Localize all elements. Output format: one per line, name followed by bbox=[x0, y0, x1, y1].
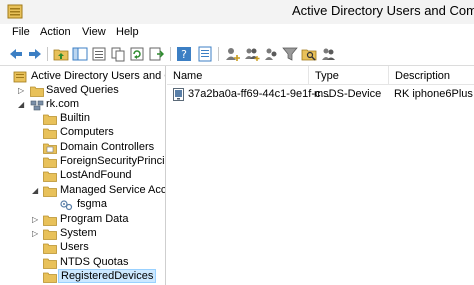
folder-icon bbox=[43, 114, 57, 125]
folder-icon bbox=[43, 243, 57, 254]
tree-item-computers[interactable]: Computers bbox=[0, 125, 165, 141]
row-description: RK iphone6Plus bbox=[394, 88, 473, 100]
folder-icon bbox=[43, 171, 57, 182]
tree-item-label: fsgma bbox=[77, 198, 107, 210]
folder-icon bbox=[43, 215, 57, 226]
tree-item-lost-and-found[interactable]: LostAndFound bbox=[0, 168, 165, 184]
tree-item-label: Program Data bbox=[60, 213, 129, 225]
toolbar: ? bbox=[0, 42, 474, 66]
folder-icon bbox=[30, 86, 44, 97]
menu-file[interactable]: File bbox=[12, 26, 30, 38]
folder-icon bbox=[43, 258, 57, 269]
folder-icon bbox=[43, 128, 57, 139]
list-view-icon[interactable] bbox=[91, 46, 107, 62]
row-type: msDS-Device bbox=[314, 88, 382, 100]
menu-action[interactable]: Action bbox=[40, 26, 71, 38]
tree-item-label: Users bbox=[60, 241, 89, 253]
show-hide-console-tree-icon[interactable] bbox=[72, 46, 88, 62]
menu-bar: File Action View Help bbox=[0, 24, 474, 42]
tree-item-label: Builtin bbox=[60, 112, 90, 124]
console-tree-pane[interactable]: Active Directory Users and Com ▷ Saved Q… bbox=[0, 66, 166, 285]
toolbar-separator bbox=[218, 47, 219, 61]
window-title: Active Directory Users and Comput bbox=[292, 3, 474, 18]
export-list-icon[interactable] bbox=[148, 46, 164, 62]
tree-item-label: Domain Controllers bbox=[60, 141, 155, 153]
tree-item-label: rk.com bbox=[46, 98, 79, 110]
forward-arrow-icon[interactable] bbox=[27, 46, 43, 62]
help-icon[interactable]: ? bbox=[176, 46, 192, 62]
folder-icon bbox=[43, 229, 57, 240]
refresh-icon[interactable] bbox=[129, 46, 145, 62]
tree-item-label: RegisteredDevices bbox=[58, 269, 157, 283]
tree-item-label: LostAndFound bbox=[60, 169, 132, 181]
tree-item-registered-devices[interactable]: RegisteredDevices bbox=[0, 269, 165, 285]
copy-icon[interactable] bbox=[110, 46, 126, 62]
ou-folder-icon bbox=[43, 143, 57, 154]
create-group-icon[interactable] bbox=[244, 46, 260, 62]
folder-icon bbox=[43, 272, 57, 283]
create-ou-icon[interactable] bbox=[263, 46, 279, 62]
column-header-name[interactable]: Name bbox=[167, 66, 309, 85]
properties-icon[interactable] bbox=[197, 46, 213, 62]
tree-item-label: Saved Queries bbox=[46, 84, 119, 96]
device-icon bbox=[173, 88, 184, 101]
svg-text:?: ? bbox=[181, 48, 187, 61]
menu-view[interactable]: View bbox=[82, 26, 106, 38]
tree-item-users[interactable]: Users bbox=[0, 240, 165, 256]
folder-icon bbox=[43, 157, 57, 168]
chevron-down-icon[interactable]: ◢ bbox=[18, 101, 26, 109]
row-name: 37a2ba0a-ff69-44c1-9e1f-c... bbox=[188, 88, 330, 100]
chevron-down-icon[interactable]: ◢ bbox=[32, 187, 40, 195]
column-header-description[interactable]: Description bbox=[389, 66, 474, 85]
chevron-right-icon[interactable]: ▷ bbox=[32, 216, 40, 224]
back-arrow-icon[interactable] bbox=[8, 46, 24, 62]
toolbar-separator bbox=[170, 47, 171, 61]
tree-item-label: ForeignSecurityPrincipals bbox=[60, 155, 165, 167]
toolbar-separator bbox=[47, 47, 48, 61]
menu-help[interactable]: Help bbox=[116, 26, 139, 38]
up-folder-icon[interactable] bbox=[53, 46, 69, 62]
domain-icon bbox=[30, 100, 44, 111]
tree-item-fsgma[interactable]: fsgma bbox=[0, 197, 165, 213]
ad-users-computers-icon bbox=[13, 71, 27, 83]
find-icon[interactable] bbox=[301, 46, 317, 62]
tree-item-label: NTDS Quotas bbox=[60, 256, 129, 268]
tree-item-label: Managed Service Accour bbox=[60, 184, 166, 196]
add-to-group-icon[interactable] bbox=[320, 46, 336, 62]
tree-root-label: Active Directory Users and Com bbox=[31, 70, 165, 82]
column-header-type[interactable]: Type bbox=[309, 66, 389, 85]
service-account-icon bbox=[60, 200, 73, 211]
filter-icon[interactable] bbox=[282, 46, 298, 62]
title-bar: Active Directory Users and Comput bbox=[0, 0, 474, 24]
create-user-icon[interactable] bbox=[225, 46, 241, 62]
chevron-right-icon[interactable]: ▷ bbox=[18, 87, 26, 95]
chevron-right-icon[interactable]: ▷ bbox=[32, 230, 40, 238]
details-list-pane[interactable]: Name Type Description 37a2ba0a-ff69-44c1… bbox=[167, 66, 474, 285]
tree-item-label: System bbox=[60, 227, 97, 239]
ad-users-computers-app-icon bbox=[7, 4, 23, 19]
tree-item-label: Computers bbox=[60, 126, 114, 138]
folder-icon bbox=[43, 186, 57, 197]
